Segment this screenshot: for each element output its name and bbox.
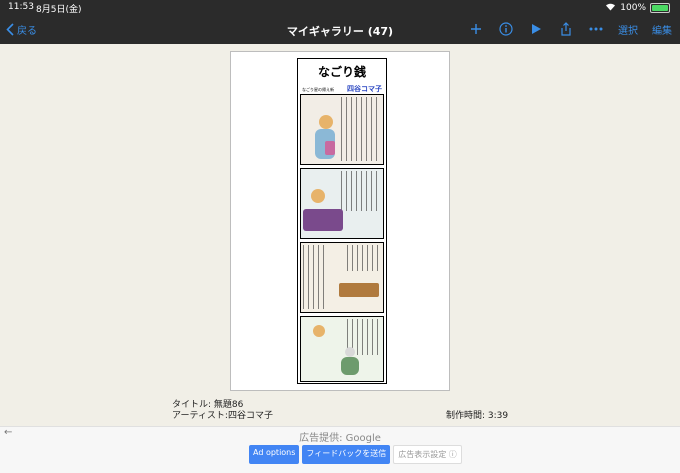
artwork-time: 制作時間: 3:39: [446, 411, 509, 421]
navigation-bar: 戻る マイギャラリー (47) 選択 編集: [0, 16, 680, 44]
character-figure: [311, 189, 325, 203]
ad-feedback-button[interactable]: フィードバックを送信: [302, 445, 391, 464]
artwork-artist: アーティスト:四谷コマ子: [172, 411, 273, 421]
comic-title: なごり銭: [317, 65, 366, 79]
comic-panel-1: [300, 94, 384, 165]
panel-text: [347, 245, 381, 271]
battery-percent: 100%: [620, 3, 646, 13]
battery-icon: [650, 3, 670, 13]
character-figure: [319, 115, 333, 129]
edit-button[interactable]: 編集: [652, 22, 672, 37]
back-label: 戻る: [17, 26, 37, 37]
ad-buttons: Ad options フィードバックを送信 広告表示設定 ⓘ: [249, 445, 462, 464]
more-icon: [589, 27, 603, 31]
status-date: 8月5日(金): [36, 5, 82, 15]
comic-strip: なごり銭 なごり星の帰え新 四谷コマ子: [297, 58, 387, 384]
back-button[interactable]: 戻る: [6, 22, 37, 37]
suitcase-shape: [325, 141, 335, 155]
info-button[interactable]: [498, 21, 514, 37]
bench-shape: [339, 283, 379, 297]
toolbar: 選択 編集: [468, 21, 672, 37]
chevron-left-icon: [6, 23, 14, 36]
panel-text: [341, 97, 381, 161]
comic-subtitle: なごり星の帰え新: [302, 87, 334, 92]
artwork-canvas[interactable]: なごり銭 なごり星の帰え新 四谷コマ子: [230, 51, 450, 391]
status-right: 100%: [605, 2, 670, 14]
character-figure: [345, 347, 355, 357]
ad-provider-label: 広告提供: Google: [299, 433, 381, 444]
wifi-icon: [605, 2, 616, 14]
plus-icon: [471, 24, 481, 34]
panel-text: [341, 171, 381, 211]
ad-banner: ← 広告提供: Google Ad options フィードバックを送信 広告表…: [0, 426, 680, 473]
play-icon: [531, 24, 541, 34]
comic-panel-3: [300, 242, 384, 313]
comic-panel-2: [300, 168, 384, 239]
status-time: 11:53: [8, 2, 34, 12]
character-figure: [313, 325, 325, 337]
add-button[interactable]: [468, 21, 484, 37]
ad-settings-button[interactable]: 広告表示設定 ⓘ: [393, 445, 462, 464]
info-icon: [499, 22, 513, 36]
comic-author: 四谷コマ子: [347, 85, 382, 93]
more-button[interactable]: [588, 21, 604, 37]
ad-options-button[interactable]: Ad options: [249, 445, 300, 464]
share-button[interactable]: [558, 21, 574, 37]
status-bar: 11:53 8月5日(金) 100%: [0, 0, 680, 16]
panel-text: [303, 245, 325, 309]
select-button[interactable]: 選択: [618, 22, 638, 37]
seat-shape: [303, 209, 343, 231]
share-icon: [561, 22, 571, 36]
play-button[interactable]: [528, 21, 544, 37]
character-figure: [341, 357, 359, 375]
comic-panel-4: [300, 316, 384, 382]
